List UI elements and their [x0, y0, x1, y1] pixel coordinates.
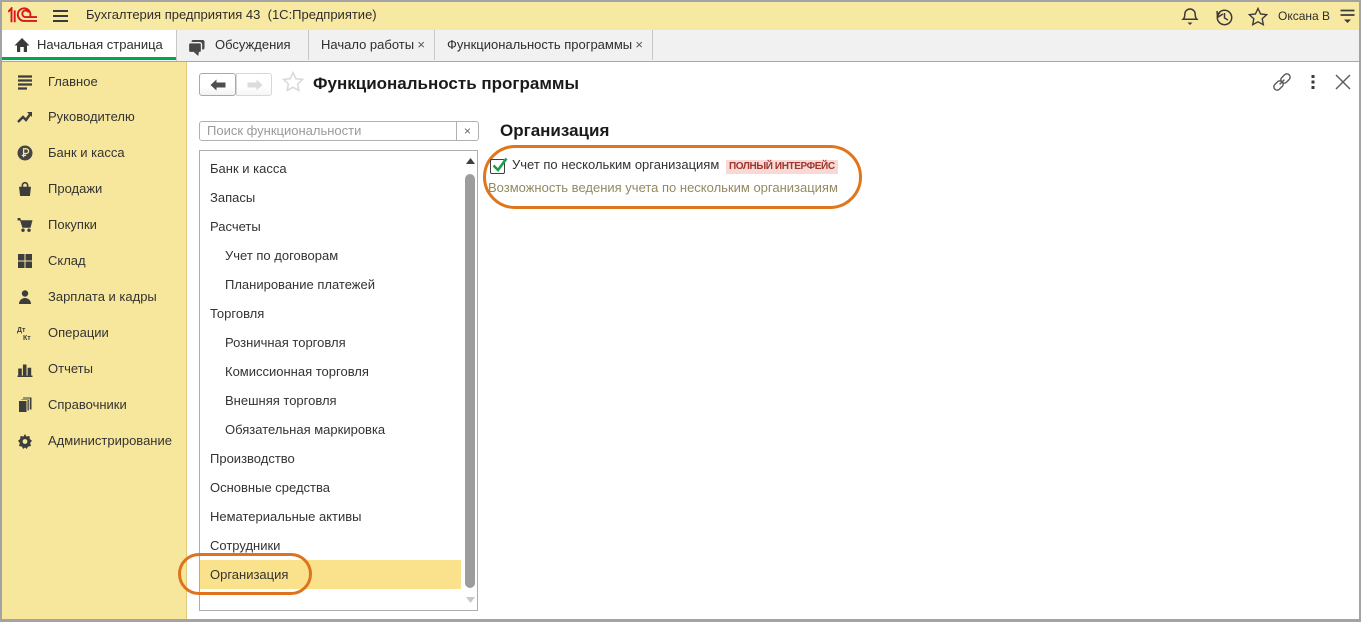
svg-text:Дт: Дт [17, 327, 26, 334]
svg-text:Кт: Кт [23, 335, 31, 341]
